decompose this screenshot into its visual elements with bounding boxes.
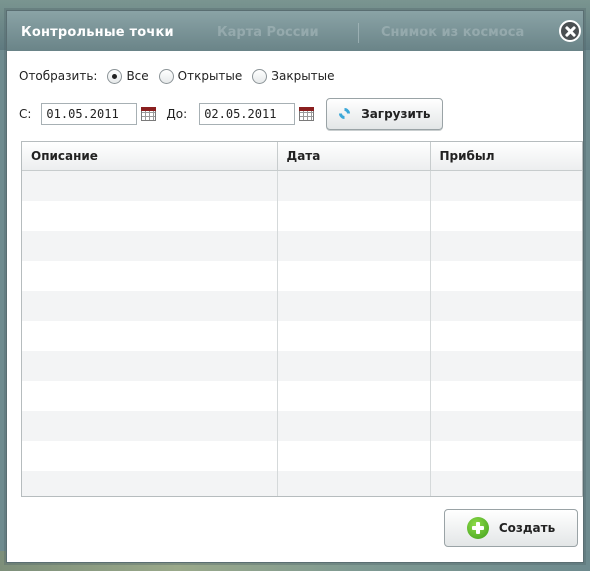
table-row [22, 261, 582, 291]
column-header-arrived[interactable]: Прибыл [430, 142, 582, 171]
table-cell [277, 411, 431, 441]
dialog-title: Контрольные точки [21, 25, 174, 40]
load-button-label: Загрузить [361, 107, 431, 121]
table-row [22, 411, 582, 441]
table-cell [277, 381, 431, 411]
close-icon[interactable] [559, 20, 581, 42]
table-cell [277, 321, 431, 351]
table-cell [430, 441, 582, 471]
table-cell [430, 411, 582, 441]
from-label: С: [19, 107, 32, 121]
radio-open-label[interactable]: Открытые [178, 69, 243, 83]
radio-closed[interactable] [252, 68, 268, 84]
load-button[interactable]: Загрузить [326, 98, 444, 130]
table-cell [22, 411, 278, 441]
dialog-titlebar[interactable]: Контрольные точки Карта России Снимок из… [7, 11, 583, 51]
radio-open[interactable] [158, 68, 174, 84]
calendar-icon[interactable] [299, 107, 315, 121]
table-row [22, 201, 582, 231]
create-button-label: Создать [498, 521, 556, 535]
calendar-icon[interactable] [141, 107, 157, 121]
checkpoints-table: Описание Дата Прибыл [21, 141, 583, 497]
radio-all[interactable] [107, 68, 123, 84]
table-cell [22, 261, 278, 291]
table-cell [430, 231, 582, 261]
table-cell [430, 261, 582, 291]
refresh-icon [337, 106, 353, 122]
table-row [22, 321, 582, 351]
table-cell [430, 201, 582, 231]
table-row [22, 291, 582, 321]
to-date-input[interactable] [199, 103, 296, 125]
filter-label: Отобразить: [19, 69, 98, 83]
background-tab-satellite: Снимок из космоса [381, 25, 525, 40]
table-cell [277, 471, 431, 496]
table-cell [22, 441, 278, 471]
table-cell [430, 351, 582, 381]
table-cell [277, 351, 431, 381]
table-cell [430, 471, 582, 496]
table-row [22, 441, 582, 471]
table-cell [277, 201, 431, 231]
plus-icon [466, 517, 489, 539]
table-cell [277, 441, 431, 471]
table-cell [22, 231, 278, 261]
column-header-date[interactable]: Дата [277, 142, 431, 171]
radio-closed-label[interactable]: Закрытые [271, 69, 334, 83]
radio-all-label[interactable]: Все [126, 69, 148, 83]
table-row [22, 231, 582, 261]
table-cell [277, 261, 431, 291]
table-cell [22, 351, 278, 381]
from-date-input[interactable] [41, 103, 138, 125]
to-label: До: [166, 107, 188, 121]
table-cell [22, 471, 278, 496]
table-row [22, 381, 582, 411]
table-row [22, 351, 582, 381]
table-cell [277, 231, 431, 261]
tab-divider [358, 23, 359, 43]
table-cell [277, 170, 431, 201]
date-range-row: С: До: Загрузить [19, 98, 444, 130]
table-row [22, 170, 582, 201]
table-cell [430, 381, 582, 411]
table-cell [22, 201, 278, 231]
column-header-description[interactable]: Описание [22, 142, 278, 171]
table-cell [430, 170, 582, 201]
table-cell [277, 291, 431, 321]
table-cell [430, 291, 582, 321]
filter-row: Отобразить: Все Открытые Закрытые [19, 66, 335, 86]
table-cell [22, 170, 278, 201]
table-cell [430, 321, 582, 351]
table-header-row: Описание Дата Прибыл [22, 142, 582, 171]
create-button[interactable]: Создать [444, 509, 578, 547]
checkpoints-dialog: Контрольные точки Карта России Снимок из… [6, 10, 584, 563]
table-cell [22, 321, 278, 351]
background-tab-russia-map: Карта России [217, 25, 319, 40]
table-row [22, 471, 582, 496]
table-cell [22, 381, 278, 411]
table-cell [22, 291, 278, 321]
